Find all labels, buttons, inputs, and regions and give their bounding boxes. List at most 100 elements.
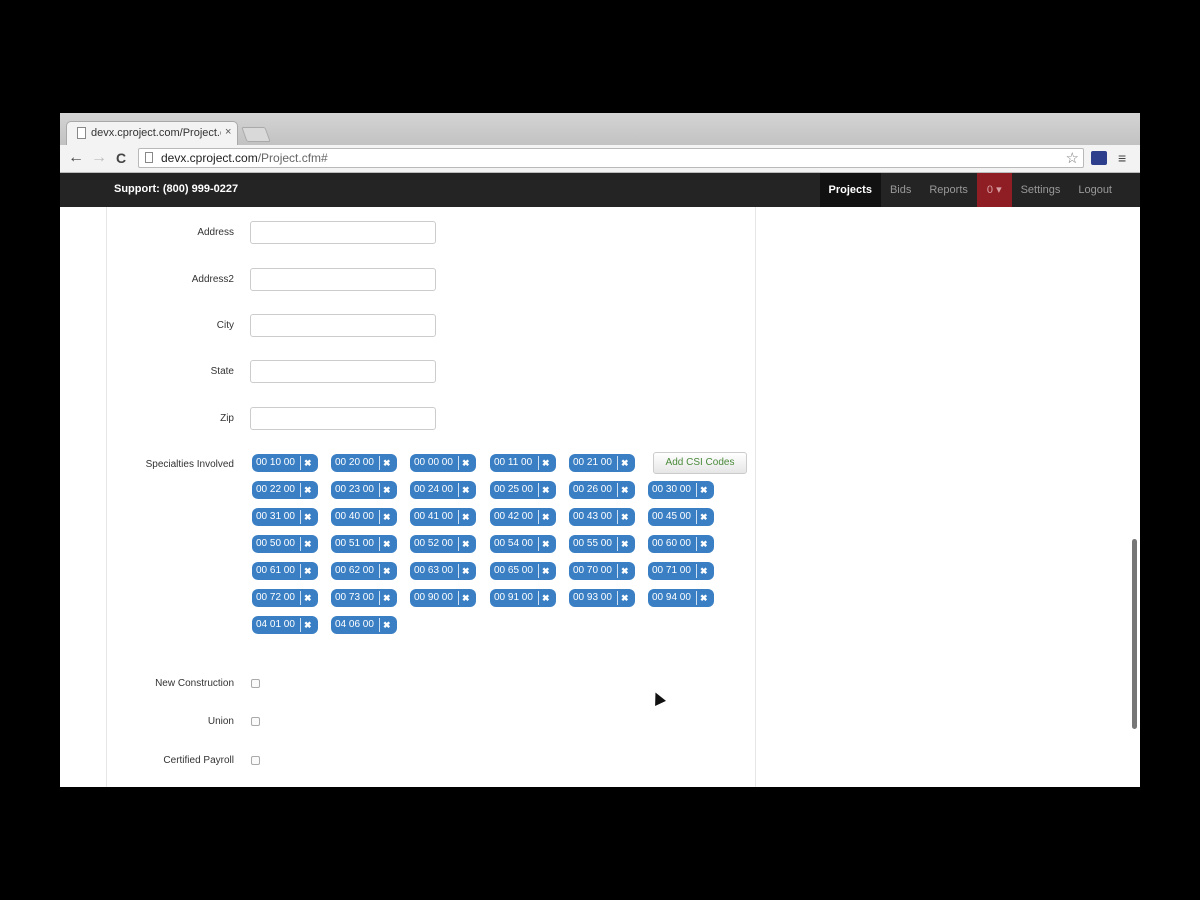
browser-window: devx.cproject.com/Project.c × ← → C devx… <box>60 113 1140 787</box>
csi-code-label: 00 51 00 <box>335 538 374 549</box>
city-input[interactable] <box>250 314 436 337</box>
remove-tag-icon[interactable]: ✖ <box>621 454 629 472</box>
back-arrow-icon[interactable]: ← <box>68 149 84 167</box>
address2-input[interactable] <box>250 268 436 291</box>
csi-code-label: 00 24 00 <box>414 484 453 495</box>
remove-tag-icon[interactable]: ✖ <box>383 562 391 580</box>
csi-code-tag: 00 10 00 ✖ <box>252 454 318 472</box>
field-label-address2: Address2 <box>191 274 234 285</box>
page-icon <box>77 127 86 139</box>
nav-link-reports[interactable]: Reports <box>920 173 977 207</box>
new-construction-checkbox[interactable] <box>251 679 260 688</box>
csi-code-tag: 00 54 00 ✖ <box>490 535 556 553</box>
add-csi-codes-button[interactable]: Add CSI Codes <box>653 452 747 474</box>
remove-tag-icon[interactable]: ✖ <box>621 535 629 553</box>
remove-tag-icon[interactable]: ✖ <box>304 589 312 607</box>
remove-tag-icon[interactable]: ✖ <box>700 508 708 526</box>
csi-code-label: 00 73 00 <box>335 592 374 603</box>
browser-tab[interactable]: devx.cproject.com/Project.c × <box>66 121 238 145</box>
zip-input[interactable] <box>250 407 436 430</box>
menu-icon[interactable]: ≡ <box>1118 150 1126 166</box>
csi-code-tag: 00 43 00 ✖ <box>569 508 635 526</box>
remove-tag-icon[interactable]: ✖ <box>304 562 312 580</box>
remove-tag-icon[interactable]: ✖ <box>304 481 312 499</box>
remove-tag-icon[interactable]: ✖ <box>383 454 391 472</box>
remove-tag-icon[interactable]: ✖ <box>383 616 391 634</box>
remove-tag-icon[interactable]: ✖ <box>621 481 629 499</box>
certified-payroll-checkbox[interactable] <box>251 756 260 765</box>
tag-separator <box>379 483 380 497</box>
close-tab-icon[interactable]: × <box>225 126 231 138</box>
remove-tag-icon[interactable]: ✖ <box>700 481 708 499</box>
csi-code-label: 00 72 00 <box>256 592 295 603</box>
forward-arrow-icon[interactable]: → <box>91 149 107 167</box>
csi-code-tag: 00 11 00 ✖ <box>490 454 556 472</box>
remove-tag-icon[interactable]: ✖ <box>700 589 708 607</box>
remove-tag-icon[interactable]: ✖ <box>542 562 550 580</box>
tab-title: devx.cproject.com/Project.c <box>91 127 221 139</box>
csi-code-tag: 00 30 00 ✖ <box>648 481 714 499</box>
remove-tag-icon[interactable]: ✖ <box>304 535 312 553</box>
tag-separator <box>379 537 380 551</box>
csi-code-tag: 00 52 00 ✖ <box>410 535 476 553</box>
app-navbar: Support: (800) 999-0227 Projects Bids Repo… <box>60 173 1140 207</box>
remove-tag-icon[interactable]: ✖ <box>542 454 550 472</box>
remove-tag-icon[interactable]: ✖ <box>700 562 708 580</box>
tag-separator <box>617 510 618 524</box>
nav-links: Projects Bids Reports 0 ▾ Settings Logout <box>819 173 1140 207</box>
remove-tag-icon[interactable]: ✖ <box>462 535 470 553</box>
remove-tag-icon[interactable]: ✖ <box>462 589 470 607</box>
remove-tag-icon[interactable]: ✖ <box>304 508 312 526</box>
specialties-label: Specialties Involved <box>145 459 234 470</box>
reload-icon[interactable]: C <box>116 149 126 167</box>
remove-tag-icon[interactable]: ✖ <box>383 481 391 499</box>
remove-tag-icon[interactable]: ✖ <box>542 589 550 607</box>
bookmark-star-icon[interactable]: ☆ <box>1066 149 1079 167</box>
remove-tag-icon[interactable]: ✖ <box>542 481 550 499</box>
union-checkbox[interactable] <box>251 717 260 726</box>
csi-code-label: 00 31 00 <box>256 511 295 522</box>
tag-separator <box>538 483 539 497</box>
field-label-address: Address <box>197 227 234 238</box>
tag-separator <box>696 564 697 578</box>
remove-tag-icon[interactable]: ✖ <box>621 508 629 526</box>
nav-link-logout[interactable]: Logout <box>1069 173 1140 207</box>
csi-code-tag: 00 00 00 ✖ <box>410 454 476 472</box>
scrollbar-thumb[interactable] <box>1132 539 1137 729</box>
url-path: /Project.cfm# <box>257 151 328 165</box>
remove-tag-icon[interactable]: ✖ <box>462 508 470 526</box>
state-input[interactable] <box>250 360 436 383</box>
csi-code-label: 00 21 00 <box>573 457 612 468</box>
remove-tag-icon[interactable]: ✖ <box>383 589 391 607</box>
nav-link-bids[interactable]: Bids <box>881 173 920 207</box>
remove-tag-icon[interactable]: ✖ <box>304 616 312 634</box>
remove-tag-icon[interactable]: ✖ <box>621 562 629 580</box>
tag-separator <box>696 591 697 605</box>
csi-code-tag: 00 45 00 ✖ <box>648 508 714 526</box>
tag-separator <box>696 510 697 524</box>
remove-tag-icon[interactable]: ✖ <box>462 481 470 499</box>
csi-code-label: 00 93 00 <box>573 592 612 603</box>
address-bar[interactable]: devx.cproject.com/Project.cfm# ☆ <box>138 148 1084 168</box>
notifications-dropdown[interactable]: 0 ▾ <box>976 173 1012 207</box>
csi-code-tag: 00 23 00 ✖ <box>331 481 397 499</box>
nav-link-projects[interactable]: Projects <box>819 173 881 207</box>
remove-tag-icon[interactable]: ✖ <box>462 562 470 580</box>
remove-tag-icon[interactable]: ✖ <box>383 508 391 526</box>
remove-tag-icon[interactable]: ✖ <box>621 589 629 607</box>
nav-link-settings[interactable]: Settings <box>1012 173 1070 207</box>
address-input[interactable] <box>250 221 436 244</box>
extension-icon[interactable] <box>1091 151 1107 165</box>
remove-tag-icon[interactable]: ✖ <box>542 508 550 526</box>
csi-code-label: 04 01 00 <box>256 619 295 630</box>
remove-tag-icon[interactable]: ✖ <box>304 454 312 472</box>
tag-separator <box>458 564 459 578</box>
remove-tag-icon[interactable]: ✖ <box>383 535 391 553</box>
remove-tag-icon[interactable]: ✖ <box>700 535 708 553</box>
remove-tag-icon[interactable]: ✖ <box>542 535 550 553</box>
remove-tag-icon[interactable]: ✖ <box>462 454 470 472</box>
csi-code-tag: 00 51 00 ✖ <box>331 535 397 553</box>
csi-code-label: 00 61 00 <box>256 565 295 576</box>
tag-separator <box>538 510 539 524</box>
new-tab-button[interactable] <box>241 127 271 142</box>
